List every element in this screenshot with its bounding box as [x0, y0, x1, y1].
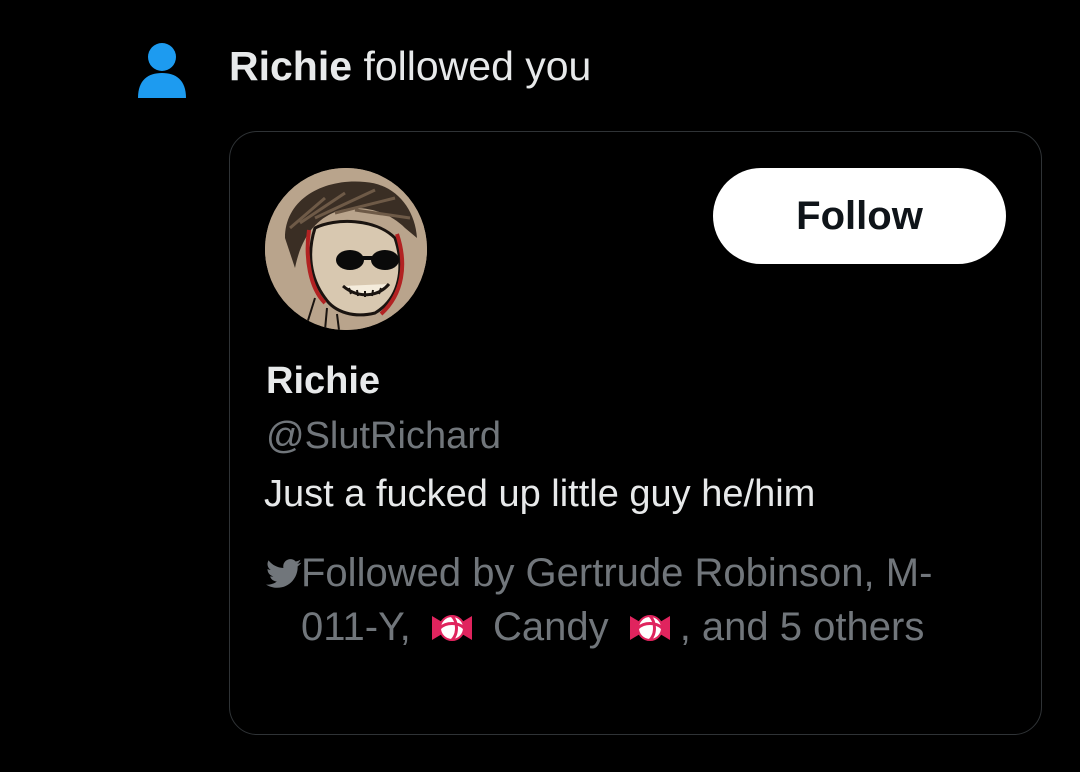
followed-by-text: Followed by Gertrude Robinson, M-011-Y, …: [301, 546, 1001, 654]
followed-by-suffix: , and 5 others: [679, 605, 925, 649]
person-icon: [138, 43, 186, 98]
notification-text: Richie followed you: [229, 42, 591, 90]
notification-action: followed you: [352, 43, 592, 89]
followed-by-middle: Candy: [481, 605, 620, 649]
twitter-bird-icon: [266, 559, 302, 588]
candy-icon: [629, 614, 670, 642]
notification-actor[interactable]: Richie: [229, 43, 352, 89]
avatar-drawing: [265, 168, 427, 330]
display-name[interactable]: Richie: [266, 358, 380, 404]
candy-icon: [431, 614, 472, 642]
follow-button[interactable]: Follow: [713, 168, 1006, 264]
avatar[interactable]: [265, 168, 427, 330]
user-handle[interactable]: @SlutRichard: [266, 413, 501, 459]
user-bio: Just a fucked up little guy he/him: [264, 473, 816, 515]
